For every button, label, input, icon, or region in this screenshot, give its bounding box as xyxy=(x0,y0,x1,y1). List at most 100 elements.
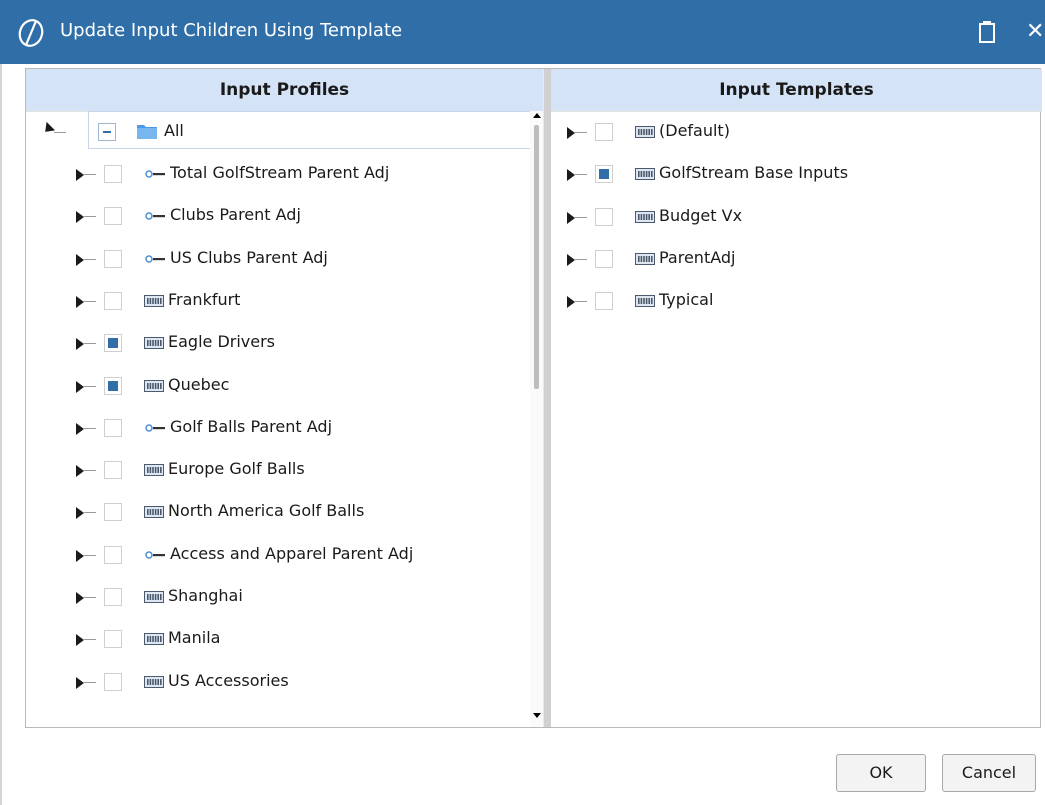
scroll-thumb[interactable] xyxy=(534,125,539,389)
profile-row[interactable]: Shanghai xyxy=(26,576,543,618)
item-checkbox[interactable] xyxy=(104,630,122,649)
item-label: North America Golf Balls xyxy=(168,501,365,521)
profile-row[interactable]: Frankfurt xyxy=(26,280,543,322)
item-checkbox[interactable] xyxy=(104,545,122,564)
expand-icon[interactable] xyxy=(76,507,84,520)
item-label: Shanghai xyxy=(168,586,243,605)
item-checkbox[interactable] xyxy=(104,291,122,310)
item-checkbox[interactable] xyxy=(104,588,122,606)
template-row[interactable]: Typical xyxy=(551,280,1042,322)
item-label: Eagle Drivers xyxy=(168,332,276,352)
grid-profile-icon xyxy=(635,252,655,265)
profile-row[interactable]: Europe Golf Balls xyxy=(26,449,543,491)
item-checkbox[interactable] xyxy=(595,165,613,184)
profile-row[interactable]: Eagle Drivers xyxy=(26,322,543,364)
expand-icon[interactable] xyxy=(76,211,84,224)
item-checkbox[interactable] xyxy=(104,461,122,480)
item-checkbox[interactable] xyxy=(595,249,613,268)
root-checkbox[interactable] xyxy=(98,123,116,141)
item-checkbox[interactable] xyxy=(104,334,122,353)
folder-icon xyxy=(137,125,157,139)
profile-row[interactable]: Golf Balls Parent Adj xyxy=(26,407,543,449)
item-label: (Default) xyxy=(659,121,730,140)
item-checkbox[interactable] xyxy=(595,292,613,311)
expand-icon[interactable] xyxy=(76,676,84,689)
profile-row[interactable]: Quebec xyxy=(26,365,543,407)
tree-connector xyxy=(84,216,96,218)
tree-root-row[interactable]: All xyxy=(26,111,543,153)
item-checkbox[interactable] xyxy=(595,123,613,141)
parent-adj-icon xyxy=(145,170,165,178)
input-templates-header: Input Templates xyxy=(551,69,1042,112)
cancel-button[interactable]: Cancel xyxy=(942,754,1036,792)
grid-profile-icon xyxy=(144,294,164,307)
profile-row[interactable]: US Clubs Parent Adj xyxy=(26,238,543,280)
item-label: Total GolfStream Parent Adj xyxy=(170,163,390,182)
item-checkbox[interactable] xyxy=(104,207,122,226)
expand-icon[interactable] xyxy=(76,465,84,478)
restore-icon[interactable] xyxy=(978,20,996,44)
profile-row[interactable]: US Accessories xyxy=(26,661,543,703)
tree-connector xyxy=(84,174,96,175)
item-checkbox[interactable] xyxy=(104,165,122,183)
expand-icon[interactable] xyxy=(567,253,575,266)
expand-icon[interactable] xyxy=(76,592,84,604)
item-label: Frankfurt xyxy=(168,289,241,309)
scroll-up-icon[interactable] xyxy=(533,113,541,118)
tree-connector xyxy=(575,216,587,218)
item-checkbox[interactable] xyxy=(104,249,122,268)
grid-profile-icon xyxy=(635,210,655,223)
item-checkbox[interactable] xyxy=(104,418,122,437)
expand-icon[interactable] xyxy=(76,253,84,266)
profile-row[interactable]: North America Golf Balls xyxy=(26,491,543,533)
expand-icon[interactable] xyxy=(76,422,84,435)
expand-icon[interactable] xyxy=(567,296,575,309)
profile-row[interactable]: Manila xyxy=(26,618,543,660)
item-label: Access and Apparel Parent Adj xyxy=(170,543,414,563)
parent-adj-icon xyxy=(145,254,165,263)
expand-icon[interactable] xyxy=(76,338,84,351)
profile-row[interactable]: Clubs Parent Adj xyxy=(26,195,543,237)
template-row[interactable]: Budget Vx xyxy=(551,196,1042,238)
item-label: US Clubs Parent Adj xyxy=(170,247,328,267)
expand-icon[interactable] xyxy=(567,127,575,139)
window-edge xyxy=(0,64,2,805)
expand-icon[interactable] xyxy=(76,380,84,393)
expand-icon[interactable] xyxy=(567,211,575,224)
tree-connector xyxy=(575,174,587,176)
grid-profile-icon xyxy=(144,506,164,519)
grid-profile-icon xyxy=(635,168,655,181)
template-row[interactable]: (Default) xyxy=(551,111,1042,153)
pane-splitter[interactable] xyxy=(543,69,551,727)
scroll-down-icon[interactable] xyxy=(533,713,541,718)
item-label: ParentAdj xyxy=(659,247,736,267)
profile-row[interactable]: Total GolfStream Parent Adj xyxy=(26,153,543,195)
item-checkbox[interactable] xyxy=(104,503,122,522)
item-checkbox[interactable] xyxy=(104,376,122,395)
close-icon[interactable]: ✕ xyxy=(1026,18,1044,46)
expand-icon[interactable] xyxy=(76,549,84,562)
template-row[interactable]: GolfStream Base Inputs xyxy=(551,153,1042,195)
pane-container: Input Profiles Input Templates All Total… xyxy=(25,68,1042,728)
item-label: GolfStream Base Inputs xyxy=(659,163,849,183)
profile-row[interactable]: Access and Apparel Parent Adj xyxy=(26,534,543,576)
grid-profile-icon xyxy=(144,675,164,688)
item-checkbox[interactable] xyxy=(595,207,613,226)
expand-icon[interactable] xyxy=(76,634,84,647)
parent-adj-icon xyxy=(145,550,165,559)
item-label: Budget Vx xyxy=(659,205,743,225)
left-tree-scrollbar[interactable] xyxy=(530,111,543,727)
template-row[interactable]: ParentAdj xyxy=(551,238,1042,280)
item-checkbox[interactable] xyxy=(104,672,122,691)
input-templates-tree: (Default) GolfStream Base Inputs Budget Vx… xyxy=(551,111,1042,727)
ok-button[interactable]: OK xyxy=(836,754,926,792)
grid-profile-icon xyxy=(635,295,655,308)
item-label: Typical xyxy=(659,290,714,310)
expand-icon[interactable] xyxy=(567,169,575,182)
collapse-icon[interactable] xyxy=(40,121,56,137)
expand-icon[interactable] xyxy=(76,295,84,308)
item-label: US Accessories xyxy=(168,670,289,690)
tree-connector xyxy=(84,427,96,429)
expand-icon[interactable] xyxy=(76,169,84,181)
input-profiles-tree: All Total GolfStream Parent Adj Clubs Par… xyxy=(26,111,543,727)
